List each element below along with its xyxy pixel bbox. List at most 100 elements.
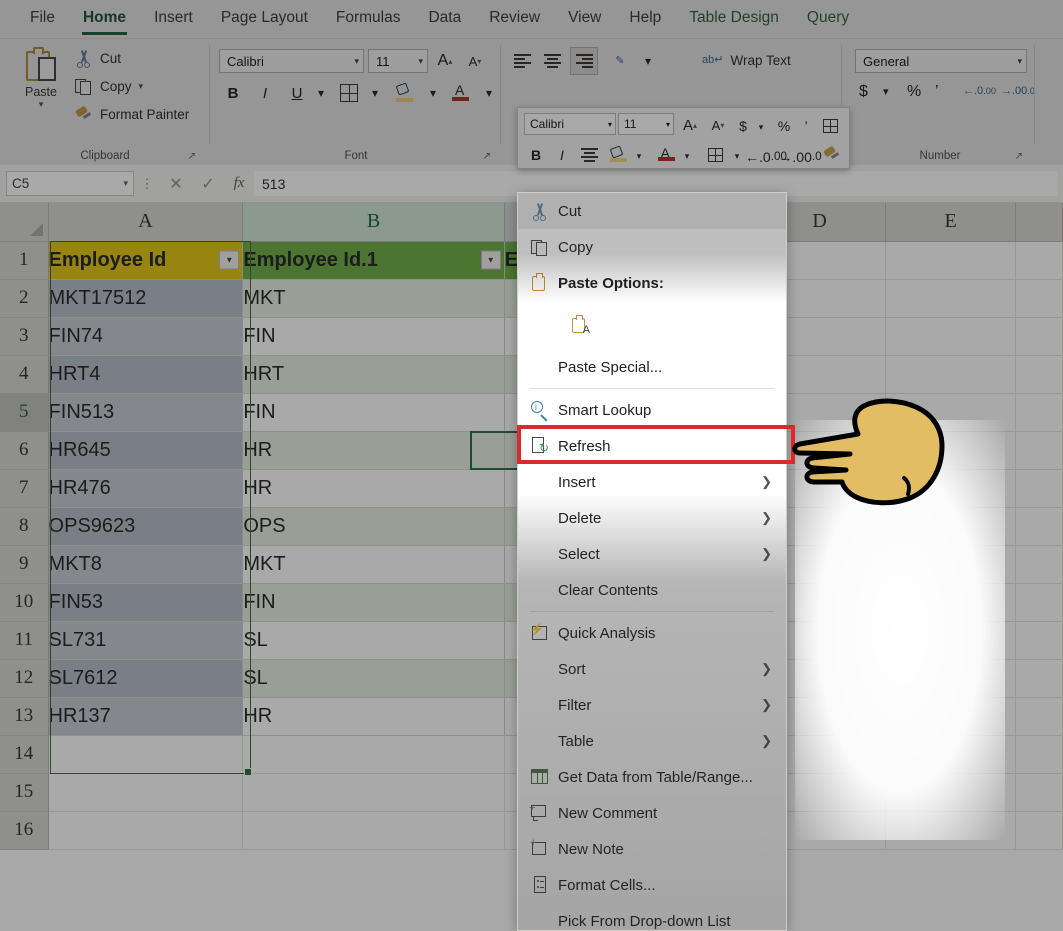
cell-b3[interactable]: FIN xyxy=(243,317,504,355)
cell-f15[interactable] xyxy=(1016,773,1063,811)
context-menu-item-select[interactable]: Select ❯ xyxy=(518,536,786,572)
chevron-down-icon[interactable]: ▾ xyxy=(123,178,128,189)
cell-f2[interactable] xyxy=(1016,279,1063,317)
paste-values-icon[interactable]: A xyxy=(570,315,590,335)
mini-decrease-decimal-button[interactable]: →.00.0 xyxy=(786,144,814,169)
row-header-8[interactable]: 8 xyxy=(0,507,48,545)
context-menu-item-new-comment[interactable]: + New Comment xyxy=(518,795,786,831)
cell-e12[interactable] xyxy=(886,659,1016,697)
cell-a9[interactable]: MKT8 xyxy=(48,545,243,583)
mini-bold-button[interactable]: B xyxy=(526,142,546,167)
cell-e6[interactable] xyxy=(886,431,1016,469)
context-menu-item-paste-special[interactable]: Paste Special... xyxy=(518,349,786,385)
mini-align-button[interactable] xyxy=(578,142,600,167)
cell-e1[interactable] xyxy=(886,241,1016,279)
select-all-corner[interactable] xyxy=(0,203,48,241)
align-center-button[interactable] xyxy=(540,49,564,73)
cell-f7[interactable] xyxy=(1016,469,1063,507)
chevron-down-icon[interactable]: ▾ xyxy=(139,81,144,92)
cell-f11[interactable] xyxy=(1016,621,1063,659)
cut-button[interactable]: Cut xyxy=(74,49,121,68)
context-menu-item-new-note[interactable]: + New Note xyxy=(518,831,786,867)
cell-f4[interactable] xyxy=(1016,355,1063,393)
row-header-9[interactable]: 9 xyxy=(0,545,48,583)
cell-b8[interactable]: OPS xyxy=(243,507,504,545)
column-header-f[interactable] xyxy=(1016,203,1063,241)
column-header-e[interactable]: E xyxy=(886,203,1016,241)
cell-b6[interactable]: HR xyxy=(243,431,504,469)
cell-b7[interactable]: HR xyxy=(243,469,504,507)
mini-font-color-button[interactable]: A xyxy=(654,142,676,167)
context-menu-item-smart-lookup[interactable]: i Smart Lookup xyxy=(518,392,786,428)
row-header-4[interactable]: 4 xyxy=(0,355,48,393)
cell-a7[interactable]: HR476 xyxy=(48,469,243,507)
tab-home[interactable]: Home xyxy=(69,7,140,31)
insert-function-icon[interactable]: fx xyxy=(224,175,254,192)
italic-button[interactable]: I xyxy=(253,81,277,105)
mini-format-painter-button[interactable] xyxy=(820,142,842,167)
tab-table-design[interactable]: Table Design xyxy=(675,7,793,31)
wrap-text-button[interactable]: ab↵ Wrap Text xyxy=(702,53,791,68)
tab-query[interactable]: Query xyxy=(793,7,863,31)
cell-e4[interactable] xyxy=(886,355,1016,393)
fill-color-button[interactable] xyxy=(393,81,417,105)
mini-italic-button[interactable]: I xyxy=(552,142,572,167)
cell-f9[interactable] xyxy=(1016,545,1063,583)
chevron-down-icon[interactable]: ▾ xyxy=(14,99,68,110)
decrease-font-size-button[interactable]: A▾ xyxy=(463,49,487,73)
row-header-16[interactable]: 16 xyxy=(0,811,48,849)
chevron-down-icon[interactable]: ▾ xyxy=(730,144,744,169)
cell-a5[interactable]: FIN513 xyxy=(48,393,243,431)
bold-button[interactable]: B xyxy=(221,81,245,105)
cell-b4[interactable]: HRT xyxy=(243,355,504,393)
row-header-11[interactable]: 11 xyxy=(0,621,48,659)
cell-b5[interactable]: FIN xyxy=(243,393,504,431)
mini-comma-button[interactable]: ’ xyxy=(798,113,814,138)
paste-button[interactable]: Paste ▾ xyxy=(14,47,68,110)
font-color-button[interactable]: A xyxy=(449,81,473,105)
row-header-15[interactable]: 15 xyxy=(0,773,48,811)
filter-dropdown-a[interactable]: ▼ xyxy=(219,251,239,270)
font-name-combo[interactable]: Calibri ▾ xyxy=(219,49,364,73)
confirm-edit-icon[interactable]: ✓ xyxy=(192,174,224,194)
chevron-down-icon[interactable]: ▾ xyxy=(632,144,646,169)
clipboard-dialog-launcher[interactable]: ↗ xyxy=(188,151,196,162)
cell-e8[interactable] xyxy=(886,507,1016,545)
cell-f13[interactable] xyxy=(1016,697,1063,735)
tab-formulas[interactable]: Formulas xyxy=(322,7,415,31)
context-menu-item-clear-contents[interactable]: Clear Contents xyxy=(518,572,786,608)
cell-e15[interactable] xyxy=(886,773,1016,811)
chevron-down-icon[interactable]: ▾ xyxy=(636,49,660,73)
context-menu-item-copy[interactable]: Copy xyxy=(518,229,786,265)
row-header-14[interactable]: 14 xyxy=(0,735,48,773)
tab-insert[interactable]: Insert xyxy=(140,7,207,31)
name-box[interactable]: C5 ▾ xyxy=(6,171,134,196)
cell-a12[interactable]: SL7612 xyxy=(48,659,243,697)
cell-f14[interactable] xyxy=(1016,735,1063,773)
tab-data[interactable]: Data xyxy=(414,7,475,31)
cell-b9[interactable]: MKT xyxy=(243,545,504,583)
row-header-7[interactable]: 7 xyxy=(0,469,48,507)
context-menu-item-sort[interactable]: Sort ❯ xyxy=(518,651,786,687)
format-painter-button[interactable]: Format Painter xyxy=(74,105,189,124)
tab-file[interactable]: File xyxy=(16,7,69,31)
cell-b1[interactable]: Employee Id.1 ▼ xyxy=(243,241,504,279)
cell-b10[interactable]: FIN xyxy=(243,583,504,621)
cell-e3[interactable] xyxy=(886,317,1016,355)
decrease-decimal-button[interactable]: →.00.0 xyxy=(1001,85,1035,97)
font-size-combo[interactable]: 11 ▾ xyxy=(368,49,428,73)
cell-a10[interactable]: FIN53 xyxy=(48,583,243,621)
row-header-6[interactable]: 6 xyxy=(0,431,48,469)
mini-percent-button[interactable]: % xyxy=(774,113,794,138)
cell-e5[interactable] xyxy=(886,393,1016,431)
cell-e16[interactable] xyxy=(886,811,1016,849)
cell-a15[interactable] xyxy=(48,773,243,811)
number-dialog-launcher[interactable]: ↗ xyxy=(1015,151,1023,162)
context-menu-item-filter[interactable]: Filter ❯ xyxy=(518,687,786,723)
font-dialog-launcher[interactable]: ↗ xyxy=(483,151,491,162)
cell-e14[interactable] xyxy=(886,735,1016,773)
cell-a6[interactable]: HR645 xyxy=(48,431,243,469)
number-format-combo[interactable]: General ▾ xyxy=(855,49,1027,73)
mini-increase-font-size-button[interactable]: A▴ xyxy=(678,113,702,138)
mini-borders-button[interactable] xyxy=(704,142,726,167)
